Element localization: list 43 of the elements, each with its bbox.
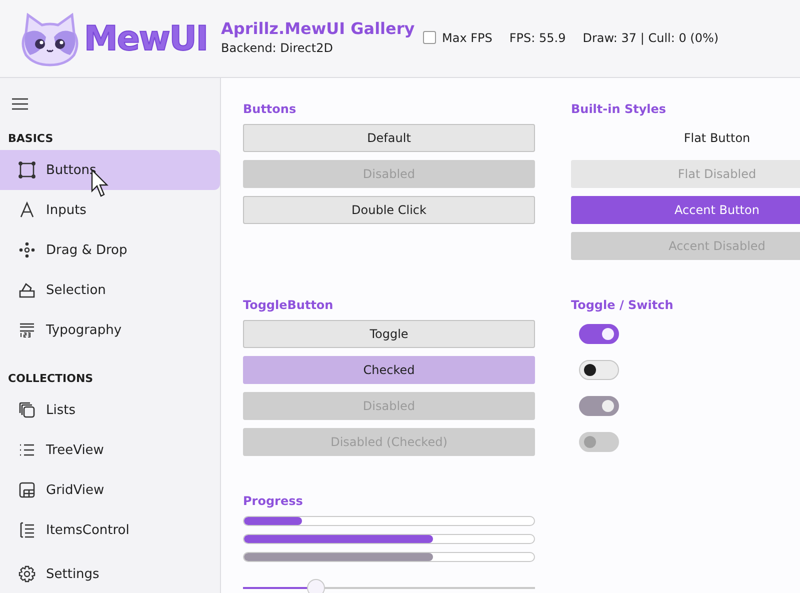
section-title: Buttons [243,102,298,118]
nav-item[interactable]: ItemsControl [0,510,220,550]
grid-icon [18,481,36,499]
menu-icon[interactable] [12,98,28,110]
max-fps-label: Max FPS [442,30,492,44]
fps-readout: FPS: 55.9 [509,30,566,44]
button[interactable]: Default [243,124,535,152]
settings-icon [18,565,36,583]
nav-item[interactable]: GridView [0,470,220,510]
nav-item[interactable]: Settings [0,555,220,593]
nav-group-title: BASICS [7,131,54,147]
slider-thumb[interactable] [307,579,325,593]
dots-cross-icon [18,241,36,259]
button[interactable]: Flat Button [571,124,800,152]
toggle-switch[interactable] [579,360,619,380]
backend-label: Backend: Direct2D [221,40,334,54]
section-title: Built-in Styles [571,102,668,118]
logo-wordmark: MewUI [84,18,208,58]
section-title: Progress [243,494,304,510]
nav-item[interactable]: TreeView [0,430,220,470]
nav-item[interactable]: Selection [0,270,220,310]
max-fps-checkbox[interactable] [423,31,436,44]
nav-item[interactable]: Drag & Drop [0,230,220,270]
nav-item[interactable]: Lists [0,390,220,430]
section-title: Toggle / Switch [571,298,674,314]
button[interactable]: Accent Button [571,196,800,224]
toggle-button[interactable]: Checked [243,356,535,384]
dotted-square-icon [18,161,36,179]
draw-stats: Draw: 37 | Cull: 0 (0%) [582,30,719,44]
nav-item[interactable]: Inputs [0,190,220,230]
tray-icon [18,281,36,299]
button[interactable]: Double Click [243,196,535,224]
section-title: ToggleButton [243,298,334,314]
app-title: Aprillz.MewUI Gallery [221,18,416,38]
stacked-squares-icon [18,401,36,419]
nav-item[interactable]: Buttons [0,150,220,190]
toggle-switch[interactable] [579,324,619,344]
toggle-button[interactable]: Toggle [243,320,535,348]
bracket-list-icon [18,521,36,539]
letter-a-icon [18,201,36,219]
lines-numbers-icon [18,321,36,339]
nav-item[interactable]: Typography [0,310,220,350]
nav-group-title: COLLECTIONS [7,371,94,387]
